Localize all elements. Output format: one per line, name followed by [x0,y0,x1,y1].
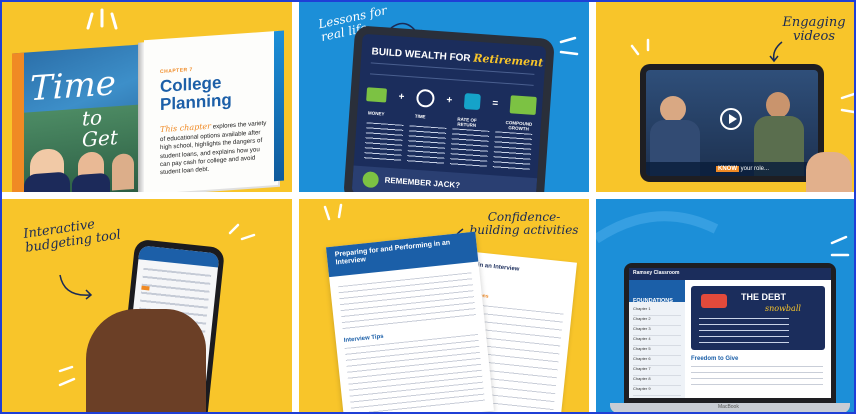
panel-budgeting-tool: Interactive budgeting tool [2,199,292,412]
video-screen: KNOW your role... [646,70,818,176]
laptop: Ramsey Classroom FOUNDATIONS Chapter 1 C… [624,263,836,403]
app-topbar: Ramsey Classroom [629,268,831,280]
graduate-1-gown [24,171,70,192]
caption-rest: your role... [740,166,770,172]
graduate-3 [112,152,134,191]
tips-lines [344,333,486,412]
script-title-to-get: to Get [82,105,118,152]
play-icon [729,114,737,124]
section-lines [691,366,823,390]
chapter-label: CHAPTER 7 [160,66,193,76]
phone-header [138,245,220,268]
sidebar-title: FOUNDATIONS [633,298,673,304]
panel-build-wealth: Lessons for real life BUILD WEALTH FOR R… [299,2,589,192]
collage-frame: Time to Get CHAPTER 7 College Planning T… [0,0,856,414]
sidebar-item[interactable]: Chapter 4 [633,336,681,346]
tablet: BUILD WEALTH FOR Retirement + + = MONEY … [343,25,555,192]
card-title: THE DEBT [741,292,786,302]
section-title: Freedom to Give [691,356,739,362]
sidebar-item[interactable]: Chapter 3 [633,326,681,336]
play-button[interactable] [720,108,742,130]
chapter-body: This chapter explores the variety of edu… [160,117,270,177]
book-left-page: Time to Get [12,44,140,192]
page-title-line2: Planning [160,90,232,115]
blue-stripe [274,30,284,182]
label-growth: COMPOUND GROWTH [505,119,533,132]
front-intro [338,272,477,333]
label-time: TIME [414,113,426,120]
sidebar: FOUNDATIONS Chapter 1 Chapter 2 Chapter … [629,280,685,398]
clock-icon [415,88,436,108]
heading-script: Retirement [472,51,544,70]
panel-activities: Confidence-building activities Performin… [299,199,589,412]
money-icon [366,87,388,103]
video-caption: KNOW your role... [646,162,818,176]
script-title-time: Time [30,63,116,110]
equals: = [491,97,499,109]
orange-stripe [12,52,24,192]
budget-accent-1 [141,285,150,291]
laptop-brand: MacBook [718,404,739,410]
sidebar-item[interactable]: Chapter 5 [633,346,681,356]
sidebar-title-bar: FOUNDATIONS [629,280,685,304]
text-col-3 [449,128,490,169]
panel-college-planning: Time to Get CHAPTER 7 College Planning T… [2,2,292,192]
graduate-2-gown [72,172,110,192]
sidebar-item[interactable]: Chapter 2 [633,316,681,326]
caption-know: KNOW [716,166,739,172]
plus-1: + [398,90,405,103]
card-lines [699,318,789,346]
label-rate: RATE OF RETURN [457,116,477,128]
jack-avatar [362,171,380,189]
lesson-card: THE DEBT snowball [691,286,825,350]
sidebar-item[interactable]: Chapter 6 [633,356,681,366]
text-col-1 [363,122,404,163]
brand: Ramsey Classroom [633,270,680,276]
chapter-list: Chapter 1 Chapter 2 Chapter 3 Chapter 4 … [629,302,685,396]
presenter-left [660,96,686,122]
section-tips: Interview Tips [343,333,384,344]
text-col-4 [492,131,533,172]
panel-laptop-course: Ramsey Classroom FOUNDATIONS Chapter 1 C… [596,199,854,412]
sidebar-item[interactable]: Chapter 9 [633,386,681,396]
book: Time to Get CHAPTER 7 College Planning T… [12,26,284,192]
sidebar-item[interactable]: Chapter 8 [633,376,681,386]
hand-holding-tablet [806,152,852,192]
growth-icon [509,95,537,116]
text-col-2 [406,125,447,166]
book-right-page: CHAPTER 7 College Planning This chapter … [144,30,278,192]
laptop-screen: Ramsey Classroom FOUNDATIONS Chapter 1 C… [629,268,831,398]
heading-text: BUILD WEALTH FOR [371,46,471,65]
panel-engaging-videos: Engaging videos KNOW your role... [596,2,854,192]
presenter-right [766,92,790,118]
sidebar-item[interactable]: Chapter 1 [633,306,681,316]
card-script: snowball [765,304,801,313]
laptop-base: MacBook [610,403,850,412]
worksheet-front: Preparing for and Performing in an Inter… [326,231,494,412]
percent-icon [463,93,481,111]
sidebar-item[interactable]: Chapter 7 [633,366,681,376]
video-tablet: KNOW your role... [640,64,824,182]
plus-2: + [446,94,453,106]
label-money: MONEY [367,110,385,117]
tablet-screen: BUILD WEALTH FOR Retirement + + = MONEY … [351,33,547,192]
hand-holding-phone [86,309,206,412]
remember-jack: REMEMBER JACK? [384,175,461,190]
snowball-icon [701,294,727,308]
